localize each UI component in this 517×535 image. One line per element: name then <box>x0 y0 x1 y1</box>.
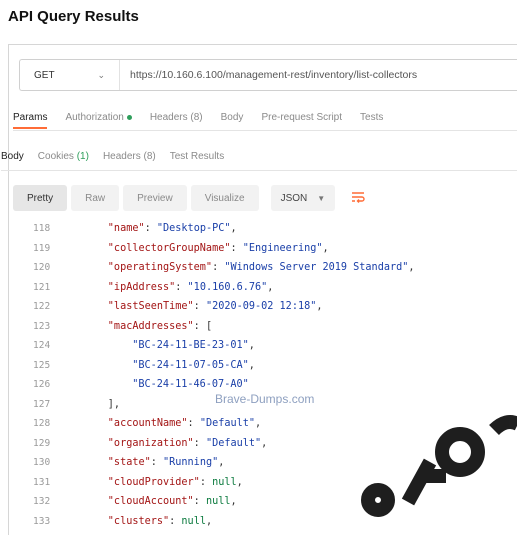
tab-label: Pre-request Script <box>261 112 343 123</box>
code-line: 121 "ipAddress": "10.160.6.76", <box>9 278 517 298</box>
line-number: 120 <box>33 262 51 273</box>
tab-pre-request-script[interactable]: Pre-request Script <box>261 112 342 123</box>
page-title: API Query Results <box>8 8 139 25</box>
tab-label: Tests <box>360 112 384 123</box>
code-text: ], <box>107 398 121 410</box>
code-text: "osFamily": "Windows Server", <box>59 531 286 535</box>
code-line: 122 "lastSeenTime": "2020-09-02 12:18", <box>9 297 517 317</box>
code-text: "BC-24-11-07-05-CA", <box>132 359 255 371</box>
line-number: 126 <box>33 379 51 390</box>
line-number: 125 <box>33 359 51 371</box>
code-text: "cloudAccount": null, <box>107 496 237 507</box>
tab-label: Headers (8) <box>149 112 203 123</box>
code-text: "clusters": null, <box>107 515 213 527</box>
tab-body[interactable]: Body <box>221 112 244 123</box>
code-text: "operatingSystem": "Windows Server 2019 … <box>107 262 415 273</box>
code-text: "lastSeenTime": "2020-09-02 12:18", <box>107 301 323 312</box>
tab-tests[interactable]: Tests <box>360 112 383 123</box>
watermark-text: Brave-Dumps.com <box>215 392 315 406</box>
line-number: 134 <box>9 531 59 535</box>
code-text: "BC-24-11-BE-23-01", <box>132 340 255 351</box>
code-text: "ipAddress": "10.160.6.76", <box>107 281 274 293</box>
code-line: 125 "BC-24-11-07-05-CA", <box>9 356 517 376</box>
view-pretty-button[interactable]: Pretty <box>13 185 68 211</box>
code-line: 120 "operatingSystem": "Windows Server 20… <box>9 258 517 278</box>
line-number: 122 <box>33 301 51 312</box>
method-select[interactable]: GET ⌄ <box>20 60 120 90</box>
code-text: "collectorGroupName": "Engineering", <box>107 242 329 254</box>
view-visualize-button[interactable]: Visualize <box>190 185 259 211</box>
code-line: 123 "macAddresses": [ <box>9 317 517 337</box>
format-select[interactable]: JSON ▼ <box>270 185 336 211</box>
tab-test-results[interactable]: Test Results <box>170 151 224 162</box>
code-text: "macAddresses": [ <box>107 320 213 332</box>
line-number: 123 <box>33 320 51 332</box>
view-buttons: Pretty Raw Preview Visualize <box>13 185 259 211</box>
tab-label: Authorization <box>65 112 124 123</box>
line-number: 127 <box>33 398 51 410</box>
format-label: JSON <box>280 192 308 204</box>
line-number: 129 <box>33 437 51 449</box>
tab-headers-8[interactable]: Headers (8) <box>103 151 156 162</box>
tab-label: Cookies <box>37 151 74 162</box>
code-text: "name": "Desktop-PC", <box>107 223 237 234</box>
response-tabs: Body Cookies (1) Headers (8) Test Results <box>1 143 517 171</box>
tab-authorization[interactable]: Authorization <box>65 112 132 123</box>
line-number: 131 <box>33 476 51 488</box>
code-line: 118 "name": "Desktop-PC", <box>9 219 517 239</box>
line-number: 133 <box>33 515 51 527</box>
line-number: 121 <box>33 281 51 293</box>
line-number: 132 <box>33 496 51 507</box>
view-preview-button[interactable]: Preview <box>123 185 187 211</box>
chevron-down-icon: ⌄ <box>97 69 105 80</box>
wrap-lines-icon[interactable] <box>345 185 371 211</box>
code-text: "organization": "Default", <box>107 437 268 449</box>
tab-label: Body <box>1 151 24 162</box>
code-text: "state": "Running", <box>107 457 225 468</box>
code-text: "accountName": "Default", <box>107 418 262 429</box>
tab-cookies[interactable]: Cookies (1) <box>38 151 89 162</box>
tab-label: Test Results <box>169 151 225 162</box>
tab-params[interactable]: Params <box>13 112 48 129</box>
watermark-graphic <box>361 415 517 517</box>
tab-count: (1) <box>73 151 89 162</box>
line-number: 119 <box>33 242 51 254</box>
code-line: 119 "collectorGroupName": "Engineering", <box>9 239 517 259</box>
line-number: 128 <box>33 418 51 429</box>
chevron-down-icon: ▼ <box>317 193 326 203</box>
line-number: 130 <box>33 457 51 468</box>
url-bar[interactable]: GET ⌄ https://10.160.6.100/management-re… <box>19 59 517 91</box>
line-number: 124 <box>33 340 51 351</box>
status-dot-icon <box>126 114 132 120</box>
tab-body[interactable]: Body <box>1 151 24 162</box>
tab-label: Params <box>13 112 48 123</box>
code-line: 134"osFamily": "Windows Server", <box>9 531 517 535</box>
tab-label: Body <box>220 112 244 123</box>
view-raw-button[interactable]: Raw <box>71 185 120 211</box>
code-line: 124 "BC-24-11-BE-23-01", <box>9 336 517 356</box>
tab-label: Headers (8) <box>102 151 156 162</box>
request-tabs: Params Authorization Headers (8) Body Pre-re… <box>13 105 517 131</box>
line-number: 118 <box>33 223 51 234</box>
code-text: "cloudProvider": null, <box>107 476 243 488</box>
tab-headers-8[interactable]: Headers (8) <box>150 112 203 123</box>
url-input[interactable]: https://10.160.6.100/management-rest/inv… <box>120 69 417 81</box>
response-toolbar: Pretty Raw Preview Visualize JSON ▼ <box>13 183 371 213</box>
method-label: GET <box>34 69 55 81</box>
